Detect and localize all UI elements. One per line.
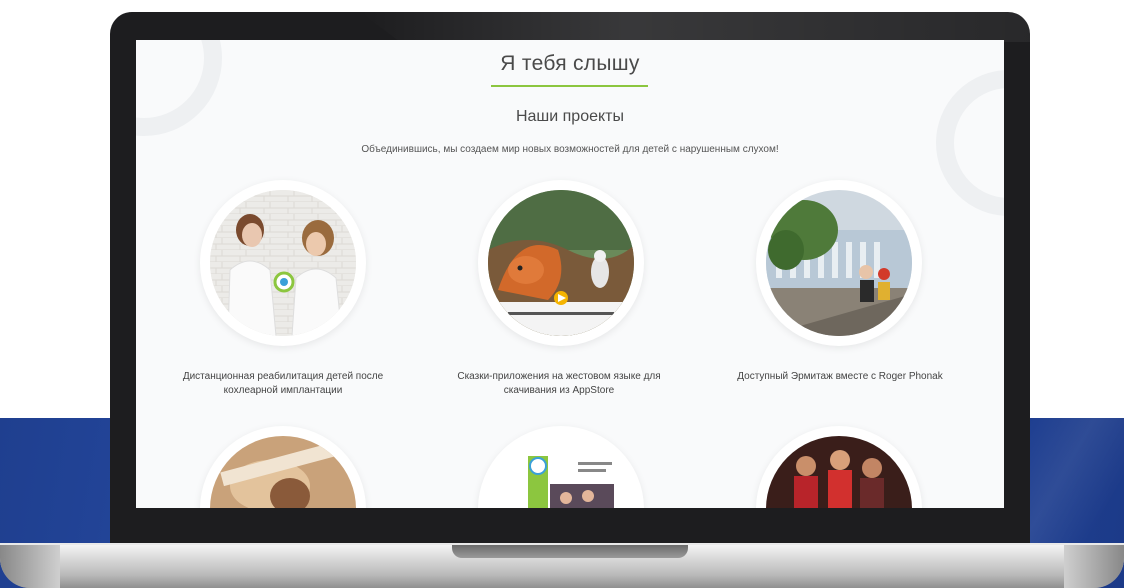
project-image-row2-middle[interactable]	[478, 426, 644, 508]
brand-underline	[491, 85, 648, 87]
project-image-hermitage[interactable]	[756, 180, 922, 346]
row2-middle-cover	[488, 436, 634, 508]
project-image-row2-right[interactable]	[756, 426, 922, 508]
section-title: Наши проекты	[515, 108, 625, 125]
caption-line: Сказки-приложения на жестовом языке для	[457, 371, 661, 382]
caption-line: кохлеарной имплантации	[223, 385, 343, 396]
hermitage-photo	[766, 190, 912, 336]
project-caption-fairytales[interactable]: Сказки-приложения на жестовом языке для …	[424, 370, 694, 398]
section-subtitle: Объединившись, мы создаем мир новых возм…	[361, 144, 779, 155]
row2-right-photo	[766, 436, 912, 508]
row2-left-photo	[210, 436, 356, 508]
brand-title[interactable]: Я тебя слышу	[136, 52, 1004, 76]
caption-line: Дистанционная реабилитация детей после	[182, 371, 384, 382]
project-image-fairytales[interactable]	[478, 180, 644, 346]
laptop-screen: Я тебя слышу Наши проекты Объединившись,…	[136, 40, 1004, 508]
project-caption-hermitage[interactable]: Доступный Эрмитаж вместе с Roger Phonak	[706, 370, 974, 384]
laptop-lid-sheen	[360, 12, 1030, 42]
project-image-row2-left[interactable]	[200, 426, 366, 508]
decorative-ring-right	[936, 70, 1004, 216]
project-image-rehab[interactable]	[200, 180, 366, 346]
caption-line: скачивания из AppStore	[503, 385, 615, 396]
project-caption-rehab[interactable]: Дистанционная реабилитация детей после к…	[136, 370, 430, 398]
laptop-notch	[452, 545, 688, 558]
fairytales-illustration	[488, 190, 634, 336]
caption-line: Доступный Эрмитаж вместе с Roger Phonak	[737, 371, 943, 382]
rehab-photo	[210, 190, 356, 336]
